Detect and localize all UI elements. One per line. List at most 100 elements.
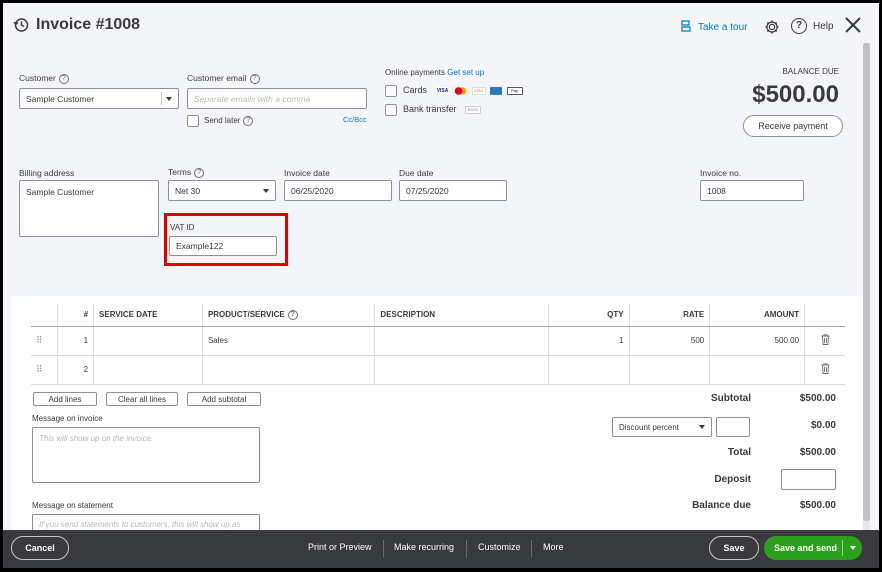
- question-icon[interactable]: ?: [249, 73, 260, 84]
- message-statement-label: Message on statement: [32, 501, 113, 510]
- row-service-date[interactable]: [93, 355, 203, 385]
- send-later-checkbox[interactable]: [187, 115, 199, 127]
- send-later-label: Send later?: [204, 116, 254, 126]
- subtotal-label: Subtotal: [711, 393, 751, 404]
- invoice-date-label: Invoice date: [284, 168, 330, 178]
- visa-icon: VISA: [435, 86, 450, 95]
- scrollbar-thumb[interactable]: [863, 43, 870, 521]
- customer-label: Customer?: [19, 73, 69, 84]
- row-rate[interactable]: 500: [628, 326, 710, 356]
- question-icon[interactable]: ?: [58, 73, 69, 84]
- deposit-field[interactable]: [781, 469, 836, 490]
- line-items-section: # SERVICE DATE PRODUCT/SERVICE? DESCRIPT…: [11, 296, 869, 544]
- question-icon[interactable]: ?: [194, 167, 205, 178]
- billing-address-value: Sample Customer: [26, 187, 95, 197]
- customer-select[interactable]: Sample Customer: [19, 88, 179, 109]
- save-and-send-label: Save and send: [774, 543, 838, 553]
- bank-transfer-text: Bank transfer: [403, 104, 457, 114]
- mastercard-icon: [454, 86, 468, 95]
- add-lines-button[interactable]: Add lines: [33, 392, 97, 406]
- print-preview-button[interactable]: Print or Preview: [308, 542, 372, 552]
- discount-value-field[interactable]: [716, 417, 750, 437]
- row-rate[interactable]: [628, 355, 710, 385]
- close-icon[interactable]: [845, 17, 861, 33]
- deposit-label: Deposit: [714, 474, 751, 485]
- save-button[interactable]: Save: [709, 536, 759, 560]
- chevron-down-icon: [699, 425, 705, 429]
- cancel-button[interactable]: Cancel: [11, 536, 69, 560]
- discount-type-select[interactable]: Discount percent: [612, 417, 712, 437]
- row-amount[interactable]: 500.00: [709, 326, 805, 356]
- help-label[interactable]: Help: [813, 21, 834, 32]
- col-header-num: #: [56, 304, 94, 327]
- more-button[interactable]: More: [543, 542, 564, 552]
- invoice-window: Invoice #1008 Take a tour ? Help Custome…: [0, 0, 882, 572]
- tour-icon[interactable]: [680, 20, 692, 33]
- invoice-date-field[interactable]: 06/25/2020: [284, 180, 392, 201]
- bank-transfer-checkbox[interactable]: [385, 104, 397, 116]
- clear-all-lines-button[interactable]: Clear all lines: [106, 392, 178, 406]
- discover-icon: DISC: [471, 86, 486, 95]
- table-header-row: # SERVICE DATE PRODUCT/SERVICE? DESCRIPT…: [31, 304, 845, 327]
- row-num: 2: [56, 355, 94, 385]
- message-invoice-label: Message on invoice: [32, 414, 103, 423]
- footer-divider: [383, 540, 384, 558]
- invoice-no-field[interactable]: 1008: [700, 180, 804, 201]
- customer-email-field[interactable]: Separate emails with a comma: [187, 88, 367, 109]
- customer-email-label-text: Customer email: [187, 73, 247, 83]
- balance-due-row-label: Balance due: [692, 500, 751, 511]
- drag-handle-icon[interactable]: ⠿: [31, 326, 58, 356]
- get-set-up-link[interactable]: Get set up: [447, 68, 484, 77]
- amex-icon: [490, 86, 503, 95]
- receive-payment-button[interactable]: Receive payment: [743, 115, 843, 137]
- row-product[interactable]: [201, 355, 375, 385]
- vat-id-field[interactable]: Example122: [169, 236, 277, 256]
- cards-label: Cards VISA DISC Pay: [403, 85, 523, 95]
- save-and-send-button[interactable]: Save and send: [764, 536, 862, 560]
- trash-icon[interactable]: [804, 326, 845, 356]
- drag-handle-icon[interactable]: ⠿: [31, 355, 58, 385]
- total-value: $500.00: [799, 447, 836, 458]
- table-row[interactable]: ⠿ 2: [31, 355, 845, 385]
- cards-checkbox[interactable]: [385, 85, 397, 97]
- col-header-amount: AMOUNT: [709, 304, 805, 327]
- terms-select[interactable]: Net 30: [168, 180, 276, 201]
- row-service-date[interactable]: [93, 326, 203, 356]
- chevron-down-icon: [263, 188, 269, 193]
- due-date-field[interactable]: 07/25/2020: [399, 180, 507, 201]
- invoice-no-value: 1008: [707, 185, 726, 196]
- footer-bar: Cancel Print or Preview Make recurring C…: [3, 530, 879, 568]
- customize-button[interactable]: Customize: [478, 542, 521, 552]
- row-qty[interactable]: [547, 355, 630, 385]
- history-icon[interactable]: [13, 17, 29, 33]
- line-items-table: # SERVICE DATE PRODUCT/SERVICE? DESCRIPT…: [31, 304, 845, 385]
- customer-label-text: Customer: [19, 73, 56, 83]
- table-row[interactable]: ⠿ 1 Sales 1 500 500.00: [31, 326, 845, 356]
- add-subtotal-button[interactable]: Add subtotal: [187, 392, 261, 406]
- row-product[interactable]: Sales: [201, 326, 375, 356]
- take-tour-link[interactable]: Take a tour: [698, 22, 747, 33]
- chevron-down-icon[interactable]: [850, 546, 856, 550]
- message-statement-placeholder: If you send statements to customers, thi…: [39, 520, 241, 529]
- billing-address-field[interactable]: Sample Customer: [19, 180, 159, 237]
- row-description[interactable]: [374, 355, 549, 385]
- row-amount[interactable]: [709, 355, 805, 385]
- due-date-label: Due date: [399, 168, 434, 178]
- question-icon[interactable]: ?: [287, 309, 298, 320]
- footer-divider: [466, 540, 467, 558]
- cc-bcc-link[interactable]: Cc/Bcc: [343, 115, 367, 124]
- delete-column-header: [804, 304, 845, 327]
- online-payments-label: Online payments Get set up: [385, 68, 484, 77]
- row-qty[interactable]: 1: [547, 326, 630, 356]
- col-header-rate: RATE: [628, 304, 710, 327]
- trash-icon[interactable]: [804, 355, 845, 385]
- discount-type-value: Discount percent: [619, 422, 680, 432]
- footer-divider: [842, 540, 843, 556]
- help-icon[interactable]: ?: [791, 18, 807, 34]
- question-icon[interactable]: ?: [243, 116, 254, 126]
- col-header-service-date: SERVICE DATE: [93, 304, 203, 327]
- message-invoice-field[interactable]: This will show up on the invoice.: [32, 427, 260, 483]
- make-recurring-button[interactable]: Make recurring: [394, 542, 454, 552]
- row-description[interactable]: [374, 326, 549, 356]
- gear-icon[interactable]: [764, 19, 780, 35]
